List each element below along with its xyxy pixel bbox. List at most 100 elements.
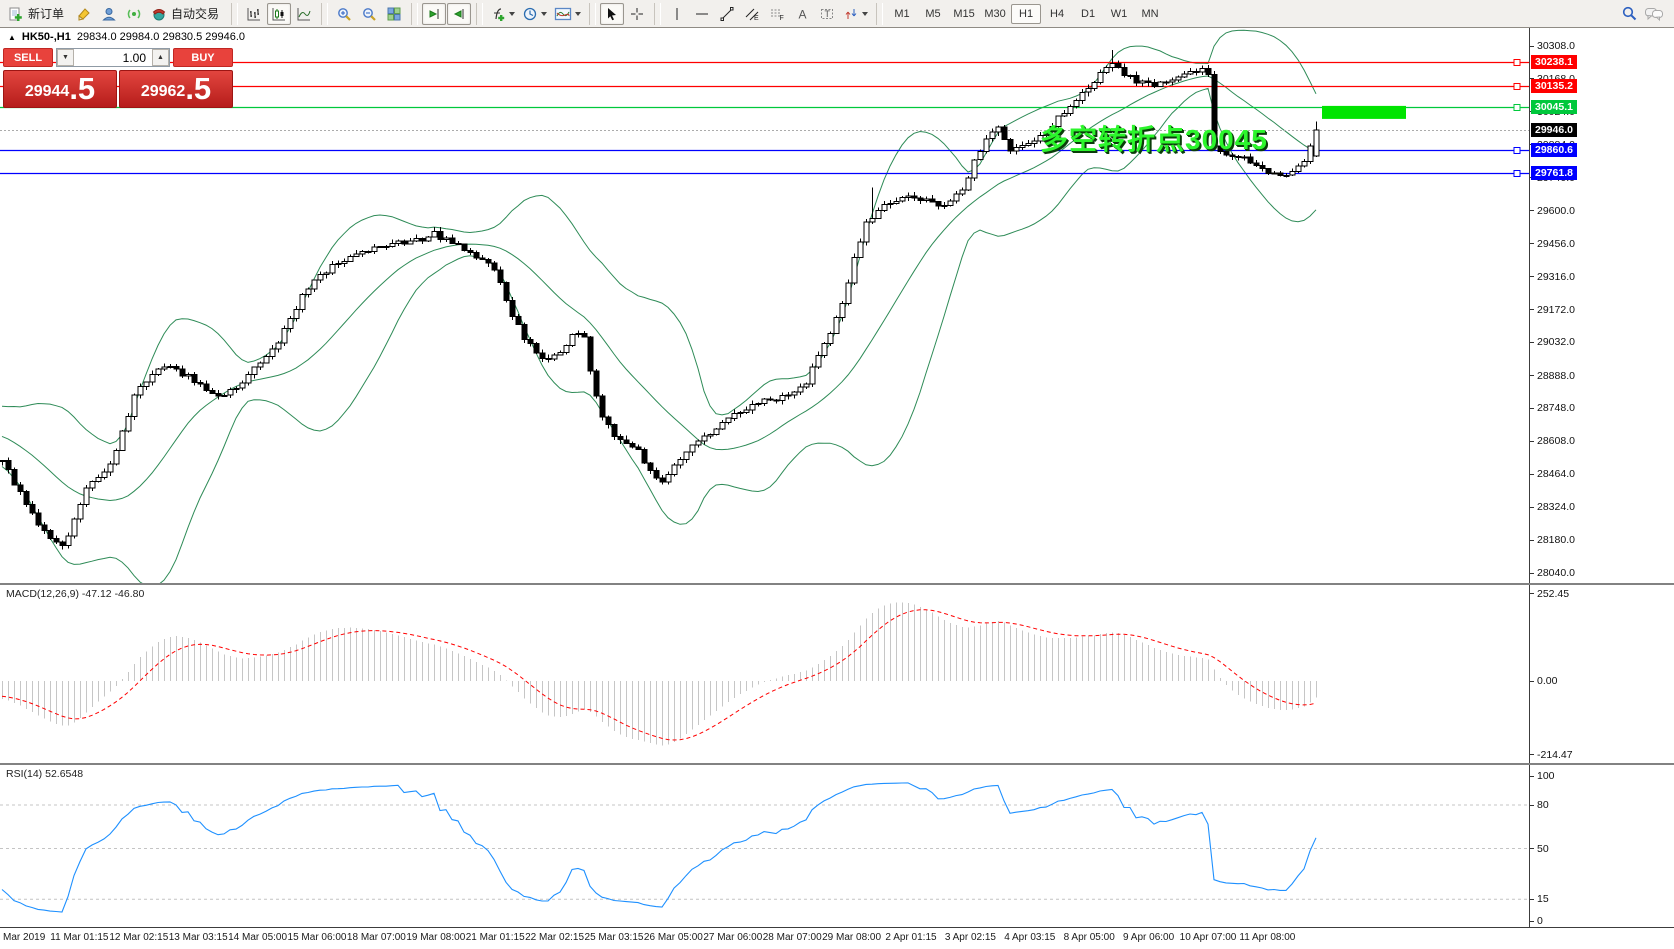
templates-button[interactable] (551, 3, 584, 25)
rsi-label: RSI(14) 52.6548 (6, 768, 83, 780)
time-label: 18 Mar 07:00 (347, 932, 406, 943)
timeframe-h1[interactable]: H1 (1011, 4, 1041, 24)
indicators-caret (509, 12, 515, 16)
timeframe-w1[interactable]: W1 (1104, 4, 1134, 24)
trendline-tool[interactable] (715, 3, 739, 25)
indicators-icon (490, 6, 506, 22)
arrows-tool[interactable] (840, 3, 871, 25)
periods-caret (541, 12, 547, 16)
price-level-label-29860.6: 29860.6 (1531, 143, 1577, 157)
time-label: 2 Apr 01:15 (885, 932, 936, 943)
indicators-button[interactable] (487, 3, 518, 25)
level-handle[interactable] (1514, 105, 1520, 111)
timeframe-m15[interactable]: M15 (949, 4, 979, 24)
tile-windows-icon (386, 6, 402, 22)
rsi-tick: 100 (1530, 770, 1555, 782)
timeframe-group: M1M5M15M30H1H4D1W1MN (887, 4, 1165, 24)
label-tool[interactable]: T (815, 3, 839, 25)
new-order-icon (8, 6, 24, 22)
tile-windows-button[interactable] (382, 3, 406, 25)
text-tool[interactable]: A (790, 3, 814, 25)
crosshair-tool-button[interactable] (625, 3, 649, 25)
fibonacci-tool[interactable]: F (765, 3, 789, 25)
toolbar-separator (876, 3, 883, 25)
toolbar-separator (476, 3, 483, 25)
collapse-triangle-icon[interactable]: ▲ (8, 33, 16, 42)
macd-panel: MACD(12,26,9) -47.12 -46.80 (0, 585, 1529, 763)
volume-increase-button[interactable]: ▲ (152, 49, 169, 66)
timeframe-h4[interactable]: H4 (1042, 4, 1072, 24)
time-label: 26 Mar 05:00 (644, 932, 703, 943)
price-level-label-29946.0: 29946.0 (1531, 123, 1577, 137)
bollinger-bands (2, 30, 1316, 583)
signal-button[interactable] (122, 3, 146, 25)
zoom-in-icon (336, 6, 352, 22)
chat-icon[interactable] (1644, 6, 1664, 22)
auto-scroll-button[interactable] (422, 3, 446, 25)
periods-button[interactable] (519, 3, 550, 25)
zoom-out-button[interactable] (357, 3, 381, 25)
time-label: 10 Apr 07:00 (1180, 932, 1237, 943)
buy-button[interactable]: BUY (173, 48, 233, 67)
rsi-panel: RSI(14) 52.6548 (0, 765, 1529, 927)
rsi-line (2, 783, 1316, 912)
level-handle[interactable] (1514, 60, 1520, 66)
toolbar-separator (321, 3, 328, 25)
time-label: 11 Mar 01:15 (50, 932, 108, 943)
autotrade-label: 自动交易 (171, 5, 219, 22)
time-label: 29 Mar 08:00 (822, 932, 881, 943)
level-handle[interactable] (1514, 171, 1520, 177)
timeframe-m30[interactable]: M30 (980, 4, 1010, 24)
search-icon[interactable] (1621, 5, 1638, 22)
price-tick: 29456.0 (1530, 238, 1575, 250)
trendline-icon (719, 6, 735, 22)
time-axis[interactable]: 7 Mar 201911 Mar 01:1512 Mar 02:1513 Mar… (0, 927, 1674, 949)
price-tick: 28748.0 (1530, 402, 1575, 414)
sell-price-button[interactable]: 29944.5 (3, 70, 117, 108)
toolbar-right (1621, 5, 1670, 22)
price-tick: 28464.0 (1530, 468, 1575, 480)
macd-axis[interactable]: 252.450.00-214.47 (1529, 585, 1674, 763)
time-label: 8 Apr 05:00 (1064, 932, 1115, 943)
volume-value[interactable]: 1.00 (74, 49, 152, 66)
level-handle[interactable] (1514, 148, 1520, 154)
timeframe-m5[interactable]: M5 (918, 4, 948, 24)
timeframe-mn[interactable]: MN (1135, 4, 1165, 24)
zoom-in-button[interactable] (332, 3, 356, 25)
chart-shift-button[interactable] (447, 3, 471, 25)
horizontal-line-tool[interactable] (690, 3, 714, 25)
bar-chart-button[interactable] (242, 3, 266, 25)
chart-annotation-text[interactable]: 多空转折点30045 (1040, 118, 1268, 158)
price-level-label-30238.1: 30238.1 (1531, 55, 1577, 69)
channel-icon: E (744, 6, 760, 22)
sell-button[interactable]: SELL (3, 48, 53, 67)
rsi-axis[interactable]: 1008050150 (1529, 765, 1674, 927)
timeframe-m1[interactable]: M1 (887, 4, 917, 24)
main-chart-panel[interactable]: ▲ HK50-,H1 29834.0 29984.0 29830.5 29946… (0, 28, 1529, 583)
buy-price-main: 29962 (141, 82, 186, 102)
cursor-tool-button[interactable] (600, 3, 624, 25)
vertical-line-tool[interactable] (665, 3, 689, 25)
time-label: 11 Apr 08:00 (1239, 932, 1295, 943)
new-order-button[interactable]: 新订单 (4, 3, 71, 25)
new-order-label: 新订单 (28, 5, 64, 22)
time-label: 7 Mar 2019 (0, 932, 45, 943)
bar-chart-icon (246, 6, 262, 22)
channel-tool[interactable]: E (740, 3, 764, 25)
time-label: 19 Mar 08:00 (406, 932, 465, 943)
drawn-rectangle[interactable] (1322, 106, 1406, 119)
volume-decrease-button[interactable]: ▼ (57, 49, 74, 66)
profile-button[interactable] (97, 3, 121, 25)
line-chart-button[interactable] (292, 3, 316, 25)
buy-price-button[interactable]: 29962.5 (119, 70, 233, 108)
toolbar-separator (231, 3, 238, 25)
timeframe-d1[interactable]: D1 (1073, 4, 1103, 24)
chart-shift-icon (451, 6, 467, 22)
profile-icon (101, 6, 117, 22)
price-axis[interactable]: 30308.030168.030024.029884.029740.029600… (1529, 28, 1674, 583)
highlighter-button[interactable] (72, 3, 96, 25)
level-handle[interactable] (1514, 84, 1520, 90)
autotrade-button[interactable]: 自动交易 (147, 3, 226, 25)
arrows-caret (862, 12, 868, 16)
candle-chart-button[interactable] (267, 3, 291, 25)
